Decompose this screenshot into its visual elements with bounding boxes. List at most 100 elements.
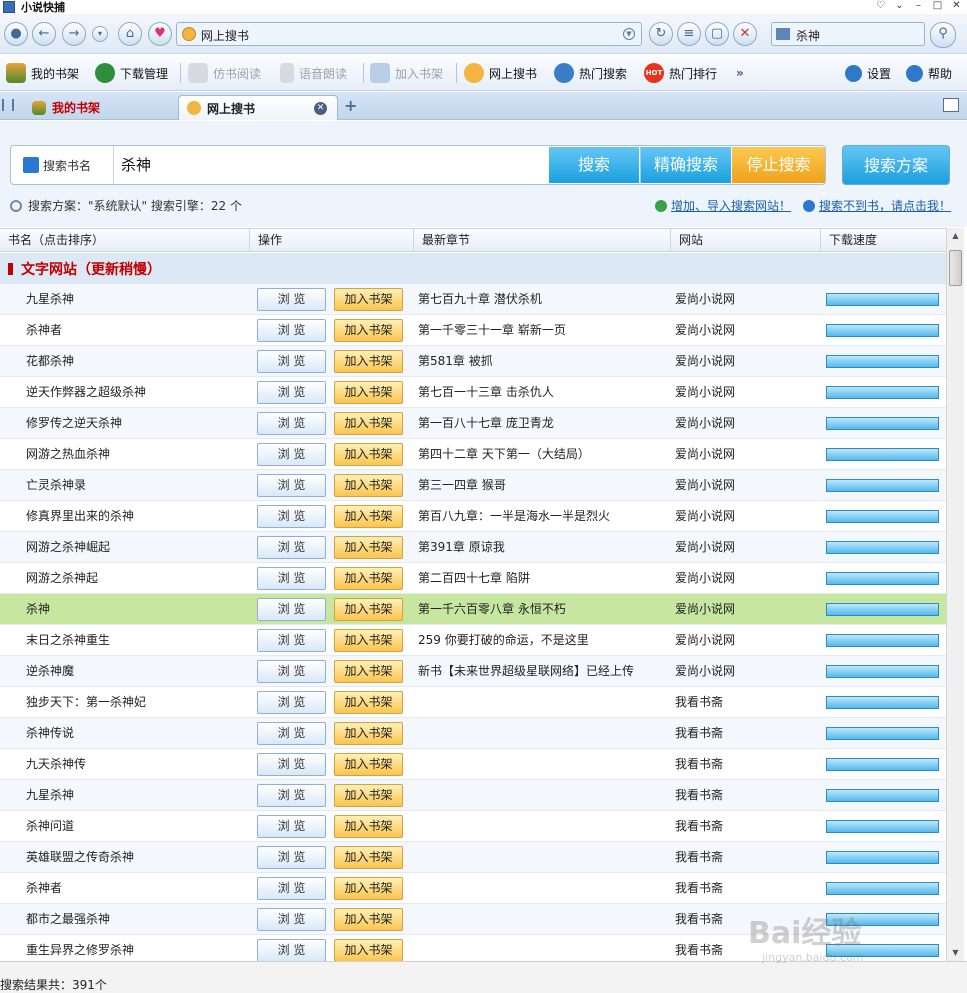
browse-button[interactable]: 浏 览 (257, 629, 326, 652)
browse-button[interactable]: 浏 览 (257, 474, 326, 497)
toolbar-download-manager[interactable]: 下载管理 (95, 61, 168, 85)
browse-button[interactable]: 浏 览 (257, 660, 326, 683)
table-row[interactable]: 九天杀神传浏 览加入书架 我看书斋 (0, 749, 946, 780)
book-title[interactable]: 网游之热血杀神 (26, 439, 251, 470)
maximize-button[interactable]: □ (931, 0, 944, 13)
add-search-site-link[interactable]: 增加、导入搜索网站！ (654, 197, 791, 214)
table-row[interactable]: 杀神者浏 览加入书架 我看书斋 (0, 873, 946, 904)
minimize-button[interactable]: – (912, 0, 925, 13)
top-search-input[interactable]: 杀神 (796, 27, 820, 44)
book-title[interactable]: 英雄联盟之传奇杀神 (26, 842, 251, 873)
skin-icon[interactable]: ♡ (874, 0, 887, 13)
table-row[interactable]: 独步天下：第一杀神妃浏 览加入书架 我看书斋 (0, 687, 946, 718)
table-row[interactable]: 杀神浏 览加入书架 第一千六百零八章 永恒不朽 爱尚小说网 (0, 594, 946, 625)
add-to-shelf-button[interactable]: 加入书架 (334, 691, 403, 714)
table-row[interactable]: 修真界里出来的杀神浏 览加入书架 第百八九章：一半是海水一半是烈火 爱尚小说网 (0, 501, 946, 532)
book-title[interactable]: 九星杀神 (26, 284, 251, 315)
browse-button[interactable]: 浏 览 (257, 908, 326, 931)
browse-button[interactable]: 浏 览 (257, 598, 326, 621)
book-title[interactable]: 逆杀神魔 (26, 656, 251, 687)
search-icon[interactable]: ⚲ (930, 22, 956, 48)
toolbar-web-search[interactable]: 网上搜书 (464, 61, 537, 85)
book-title[interactable]: 逆天作弊器之超级杀神 (26, 377, 251, 408)
results-scrollbar[interactable]: ▲ ▼ (946, 228, 964, 961)
browse-button[interactable]: 浏 览 (257, 691, 326, 714)
table-row[interactable]: 杀神传说浏 览加入书架 我看书斋 (0, 718, 946, 749)
table-row[interactable]: 网游之杀神崛起浏 览加入书架 第391章 原谅我 爱尚小说网 (0, 532, 946, 563)
book-title[interactable]: 独步天下：第一杀神妃 (26, 687, 251, 718)
add-to-shelf-button[interactable]: 加入书架 (334, 319, 403, 342)
add-to-shelf-button[interactable]: 加入书架 (334, 939, 403, 961)
table-row[interactable]: 九星杀神浏 览加入书架 第七百九十章 潜伏杀机 爱尚小说网 (0, 284, 946, 315)
forward-button[interactable]: → (62, 22, 86, 46)
column-header-title[interactable]: 书名（点击排序） (0, 229, 250, 251)
book-title[interactable]: 杀神 (26, 594, 251, 625)
toolbar-add-to-shelf[interactable]: 加入书架 (370, 61, 443, 85)
toolbar-settings[interactable]: 设置 (845, 61, 891, 85)
scroll-down-icon[interactable]: ▼ (947, 945, 964, 961)
sidebar-toggle-icon[interactable] (2, 99, 14, 111)
browse-button[interactable]: 浏 览 (257, 505, 326, 528)
column-header-latest-chapter[interactable]: 最新章节 (414, 229, 671, 251)
tab-my-bookshelf[interactable]: 我的书架 (24, 95, 174, 120)
tab-web-search[interactable]: 网上搜书 ✕ (178, 95, 338, 120)
add-to-shelf-button[interactable]: 加入书架 (334, 443, 403, 466)
add-to-shelf-button[interactable]: 加入书架 (334, 598, 403, 621)
add-to-shelf-button[interactable]: 加入书架 (334, 536, 403, 559)
book-title[interactable]: 末日之杀神重生 (26, 625, 251, 656)
browse-button[interactable]: 浏 览 (257, 536, 326, 559)
column-header-site[interactable]: 网站 (671, 229, 821, 251)
browse-button[interactable]: 浏 览 (257, 722, 326, 745)
stop-search-button[interactable]: 停止搜索 (732, 147, 825, 183)
browse-button[interactable]: 浏 览 (257, 381, 326, 404)
add-to-shelf-button[interactable]: 加入书架 (334, 474, 403, 497)
close-window-button[interactable]: ✕ (950, 0, 963, 13)
user-icon[interactable]: ● (4, 22, 28, 46)
book-title[interactable]: 网游之杀神起 (26, 563, 251, 594)
add-to-shelf-button[interactable]: 加入书架 (334, 288, 403, 311)
exact-search-button[interactable]: 精确搜索 (640, 147, 731, 183)
favorite-heart-button[interactable]: ♥ (148, 22, 172, 46)
page-button[interactable]: ▢ (705, 22, 729, 46)
table-row[interactable]: 末日之杀神重生浏 览加入书架 259 你要打破的命运，不是这里 爱尚小说网 (0, 625, 946, 656)
add-to-shelf-button[interactable]: 加入书架 (334, 815, 403, 838)
book-title[interactable]: 亡灵杀神录 (26, 470, 251, 501)
add-to-shelf-button[interactable]: 加入书架 (334, 877, 403, 900)
browse-button[interactable]: 浏 览 (257, 288, 326, 311)
table-row[interactable]: 网游之热血杀神浏 览加入书架 第四十二章 天下第一（大结局） 爱尚小说网 (0, 439, 946, 470)
scroll-up-icon[interactable]: ▲ (947, 228, 964, 244)
book-title[interactable]: 九天杀神传 (26, 749, 251, 780)
add-to-shelf-button[interactable]: 加入书架 (334, 784, 403, 807)
add-to-shelf-button[interactable]: 加入书架 (334, 629, 403, 652)
add-to-shelf-button[interactable]: 加入书架 (334, 722, 403, 745)
book-title[interactable]: 杀神者 (26, 315, 251, 346)
search-help-link[interactable]: 搜索不到书，请点击我！ (802, 197, 951, 214)
book-title[interactable]: 网游之杀神崛起 (26, 532, 251, 563)
add-to-shelf-button[interactable]: 加入书架 (334, 412, 403, 435)
table-row[interactable]: 杀神者浏 览加入书架 第一千零三十一章 崭新一页 爱尚小说网 (0, 315, 946, 346)
add-to-shelf-button[interactable]: 加入书架 (334, 660, 403, 683)
book-title[interactable]: 修真界里出来的杀神 (26, 501, 251, 532)
browse-button[interactable]: 浏 览 (257, 350, 326, 373)
browse-button[interactable]: 浏 览 (257, 319, 326, 342)
table-row[interactable]: 逆天作弊器之超级杀神浏 览加入书架 第七百一十三章 击杀仇人 爱尚小说网 (0, 377, 946, 408)
column-header-download-speed[interactable]: 下载速度 (821, 229, 946, 251)
book-title[interactable]: 杀神传说 (26, 718, 251, 749)
search-scheme-button[interactable]: 搜索方案 (842, 145, 950, 185)
book-title[interactable]: 都市之最强杀神 (26, 904, 251, 935)
history-dropdown-icon[interactable]: ▾ (92, 26, 108, 42)
add-to-shelf-button[interactable]: 加入书架 (334, 505, 403, 528)
dropdown-menu-icon[interactable]: ⌄ (893, 0, 906, 13)
table-row[interactable]: 杀神问道浏 览加入书架 我看书斋 (0, 811, 946, 842)
toolbar-book-reading[interactable]: 仿书阅读 (188, 61, 261, 85)
new-tab-icon[interactable]: + (344, 98, 358, 114)
toolbar-hot-search[interactable]: 热门搜索 (554, 61, 627, 85)
add-to-shelf-button[interactable]: 加入书架 (334, 846, 403, 869)
search-type-selector[interactable]: 搜索书名 (11, 146, 114, 184)
browse-button[interactable]: 浏 览 (257, 939, 326, 961)
browse-button[interactable]: 浏 览 (257, 846, 326, 869)
browse-button[interactable]: 浏 览 (257, 567, 326, 590)
toolbar-more-chevron-icon[interactable]: » (736, 61, 744, 85)
column-header-actions[interactable]: 操作 (250, 229, 414, 251)
table-row[interactable]: 亡灵杀神录浏 览加入书架 第三一四章 猴哥 爱尚小说网 (0, 470, 946, 501)
